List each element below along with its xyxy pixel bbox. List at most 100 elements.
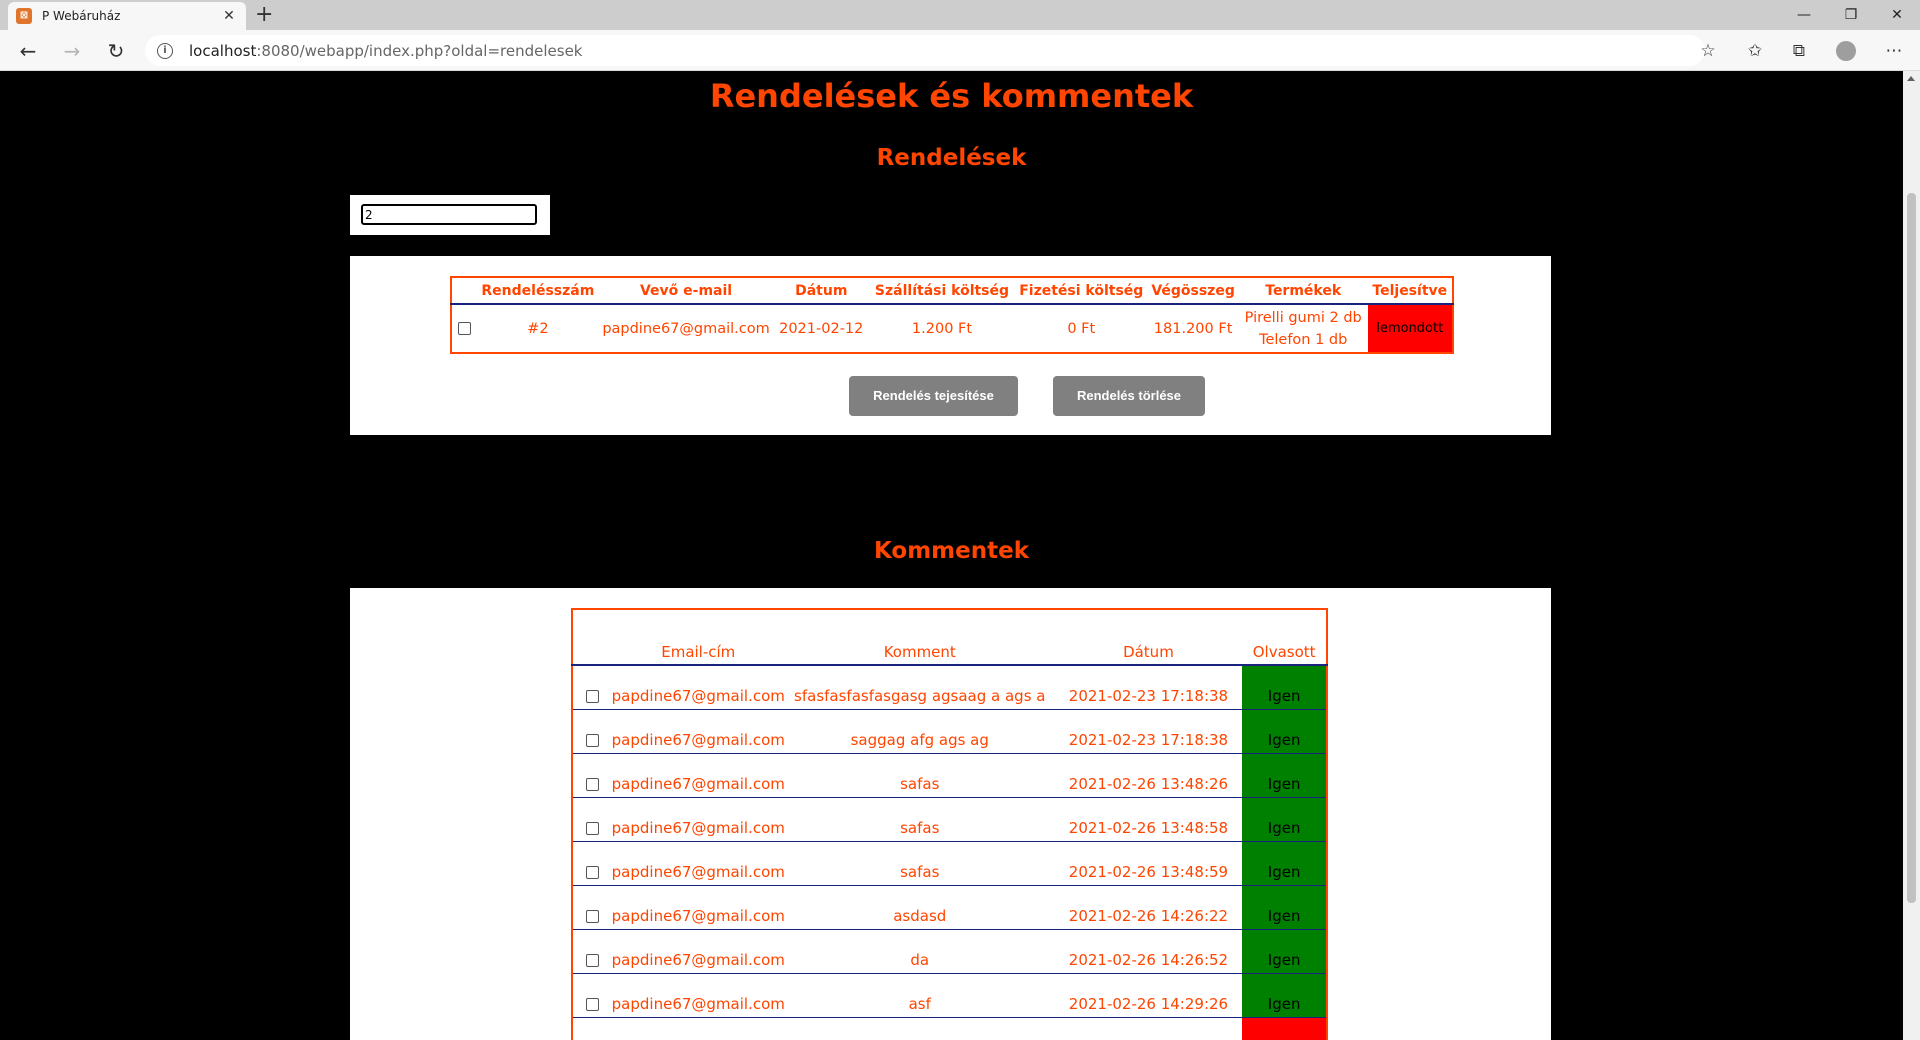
comment-select-cell xyxy=(572,885,612,930)
product-line: Telefon 1 db xyxy=(1259,331,1348,348)
new-tab-icon[interactable]: + xyxy=(255,4,273,26)
select-column-header xyxy=(451,277,478,305)
product-line: Pirelli gumi 2 db xyxy=(1244,309,1362,326)
email-header: Email-cím xyxy=(611,609,785,666)
comment-select-cell xyxy=(572,973,612,1018)
orders-heading: Rendelések xyxy=(876,145,1027,171)
comment-date: 2021-02-26 13:48:58 xyxy=(1054,797,1243,842)
comment-checkbox[interactable] xyxy=(585,909,599,923)
shipping-cost: 1.200 Ft xyxy=(911,320,973,337)
comment-email: papdine67@gmail.com xyxy=(611,973,785,1018)
table-row: papdine67@gmail.com saggag afg ags ag 2021… xyxy=(572,709,1327,754)
select-column-header xyxy=(572,609,612,666)
reload-icon[interactable]: ↻ xyxy=(102,37,130,65)
comment-email: papdine67@gmail.com xyxy=(611,797,785,842)
comment-checkbox[interactable] xyxy=(585,777,599,791)
empty-cell xyxy=(611,1017,785,1040)
comment-email: papdine67@gmail.com xyxy=(611,885,785,930)
restore-icon[interactable]: ❐ xyxy=(1828,0,1874,30)
close-tab-icon[interactable]: ✕ xyxy=(220,8,238,24)
read-status: Igen xyxy=(1242,841,1327,886)
comment-date-header: Dátum xyxy=(1054,609,1243,666)
tab-title: P Webáruház xyxy=(42,9,121,23)
comment-select-cell xyxy=(572,929,612,974)
browser-toolbar: ← → ↻ i localhost:8080/webapp/index.php?… xyxy=(0,30,1920,71)
shipping-cost-header: Szállítási költség xyxy=(868,277,1016,305)
complete-order-button[interactable]: Rendelés tejesítése xyxy=(849,376,1018,416)
table-row: papdine67@gmail.com safas 2021-02-26 13:48… xyxy=(572,753,1327,798)
forward-icon[interactable]: → xyxy=(58,37,86,65)
comment-checkbox[interactable] xyxy=(585,953,599,967)
comment-checkbox[interactable] xyxy=(585,865,599,879)
scroll-up-icon[interactable] xyxy=(1907,76,1915,81)
comment-select-cell xyxy=(572,797,612,842)
address-bar[interactable]: i localhost:8080/webapp/index.php?oldal=… xyxy=(145,35,1705,66)
comment-text: sfasfasfasfasgasg agsaag a ags a xyxy=(784,665,1055,710)
comment-select-cell xyxy=(572,709,612,754)
empty-cell xyxy=(572,1017,612,1040)
filter-container xyxy=(350,195,550,235)
read-status: Igen xyxy=(1242,973,1327,1018)
order-checkbox[interactable] xyxy=(458,322,472,335)
comment-date: 2021-02-26 14:26:22 xyxy=(1054,885,1243,930)
info-icon[interactable]: i xyxy=(157,42,173,59)
table-row: papdine67@gmail.com asdasd 2021-02-26 14:2… xyxy=(572,885,1327,930)
payment-cost-header: Fizetési költség xyxy=(1015,277,1148,305)
favorite-star-icon[interactable]: ☆ xyxy=(1696,39,1720,63)
profile-avatar[interactable] xyxy=(1836,41,1856,61)
comment-header: Komment xyxy=(784,609,1055,666)
total-header: Végösszeg xyxy=(1147,277,1239,305)
scrollbar-thumb[interactable] xyxy=(1907,193,1916,903)
url-text[interactable]: localhost:8080/webapp/index.php?oldal=re… xyxy=(189,42,583,60)
orders-table: Rendelésszám Vevő e-mail Dátum Szállítás… xyxy=(450,276,1454,354)
read-status: Igen xyxy=(1242,665,1327,710)
comment-email: papdine67@gmail.com xyxy=(611,753,785,798)
read-status: Igen xyxy=(1242,753,1327,798)
comment-checkbox[interactable] xyxy=(585,997,599,1011)
order-total: 181.200 Ft xyxy=(1147,304,1239,354)
vertical-scrollbar[interactable] xyxy=(1903,71,1920,1040)
back-icon[interactable]: ← xyxy=(14,37,42,65)
comment-checkbox[interactable] xyxy=(585,689,599,703)
order-filter-input[interactable] xyxy=(361,204,537,225)
minimize-icon[interactable]: — xyxy=(1781,0,1827,30)
comment-email: papdine67@gmail.com xyxy=(611,665,785,710)
date-header: Dátum xyxy=(773,277,869,305)
comment-date: 2021-02-23 17:18:38 xyxy=(1054,665,1243,710)
window-close-icon[interactable]: ✕ xyxy=(1874,0,1920,30)
order-products: Pirelli gumi 2 db Telefon 1 db xyxy=(1238,304,1368,354)
table-row: #2 papdine67@gmail.com 2021-02-12 1.200 … xyxy=(451,304,1453,354)
comment-email: papdine67@gmail.com xyxy=(611,709,785,754)
url-path: :8080/webapp/index.php?oldal=rendelesek xyxy=(256,41,583,60)
completed-header: Teljesítve xyxy=(1367,277,1453,305)
tab-bar: ⊠ P Webáruház ✕ + — ❐ ✕ xyxy=(0,0,1920,30)
delete-order-button[interactable]: Rendelés törlése xyxy=(1053,376,1205,416)
read-status xyxy=(1242,1017,1327,1040)
browser-tab[interactable]: ⊠ P Webáruház ✕ xyxy=(8,2,246,30)
order-select-cell xyxy=(451,304,477,353)
products-header: Termékek xyxy=(1238,277,1368,305)
more-menu-icon[interactable]: ⋯ xyxy=(1882,39,1906,63)
comments-heading: Kommentek xyxy=(873,538,1029,564)
comment-text: asf xyxy=(784,973,1055,1018)
comment-email: papdine67@gmail.com xyxy=(611,929,785,974)
table-row: papdine67@gmail.com safas 2021-02-26 13:48… xyxy=(572,797,1327,842)
comment-email: papdine67@gmail.com xyxy=(611,841,785,886)
comment-checkbox[interactable] xyxy=(585,821,599,835)
page-content: Rendelések és kommentek Rendelések Rende… xyxy=(0,71,1903,1040)
comment-date: 2021-02-26 14:29:26 xyxy=(1054,973,1243,1018)
read-header: Olvasott xyxy=(1242,609,1327,666)
comment-date: 2021-02-23 17:18:38 xyxy=(1054,709,1243,754)
comment-date: 2021-02-26 13:48:59 xyxy=(1054,841,1243,886)
favorites-list-icon[interactable]: ✩ xyxy=(1743,39,1767,63)
table-row xyxy=(572,1017,1327,1040)
read-status: Igen xyxy=(1242,885,1327,930)
comments-panel: Email-cím Komment Dátum Olvasott papdine… xyxy=(350,588,1551,1040)
comment-text: saggag afg ags ag xyxy=(784,709,1055,754)
collections-icon[interactable]: ⧉ xyxy=(1787,39,1811,63)
table-row: papdine67@gmail.com da 2021-02-26 14:26:52… xyxy=(572,929,1327,974)
table-row: papdine67@gmail.com safas 2021-02-26 13:48… xyxy=(572,841,1327,886)
table-row: papdine67@gmail.com sfasfasfasfasgasg ags… xyxy=(572,665,1327,710)
empty-cell xyxy=(1054,1017,1243,1040)
comment-checkbox[interactable] xyxy=(585,733,599,747)
